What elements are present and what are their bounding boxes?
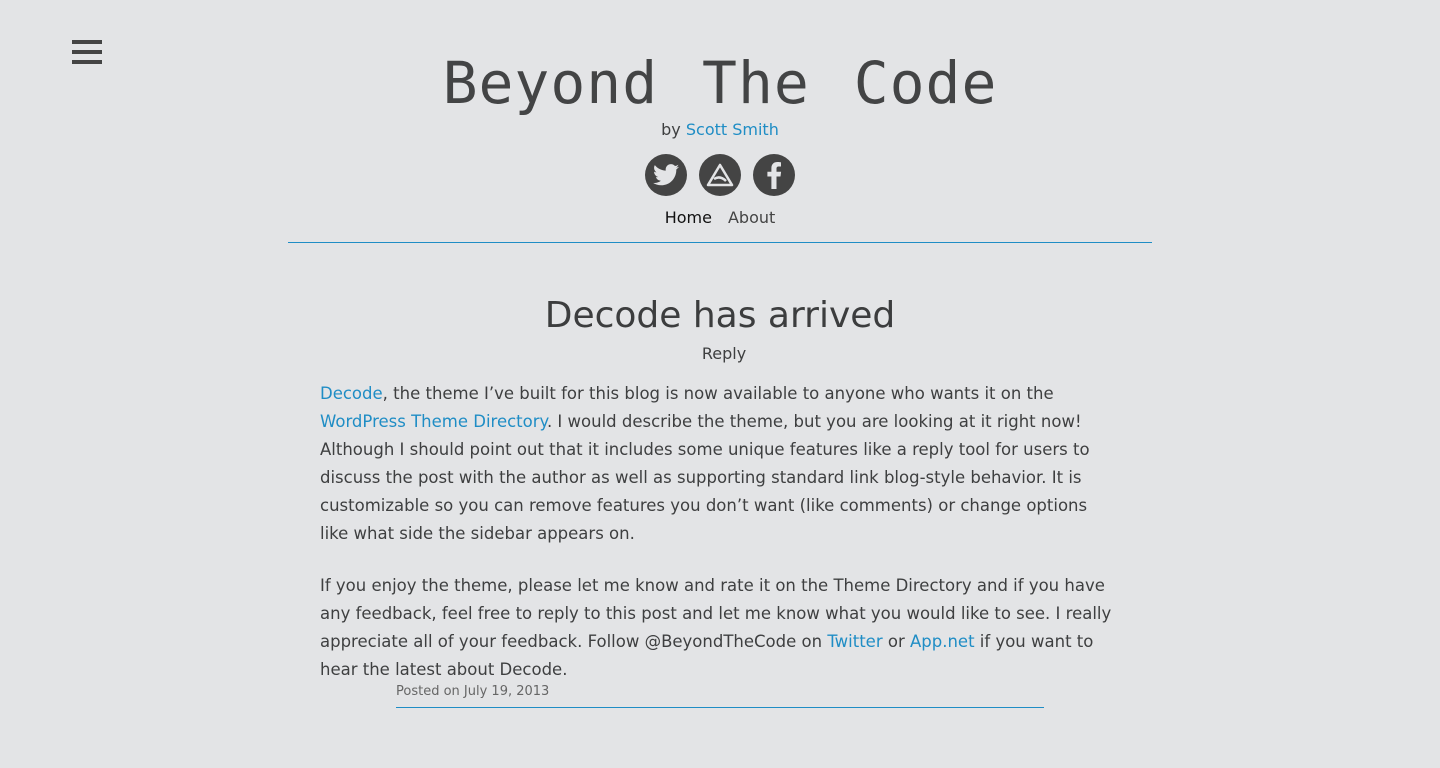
post-title[interactable]: Decode has arrived xyxy=(0,292,1440,340)
twitter-link[interactable]: Twitter xyxy=(827,632,882,651)
byline: by Scott Smith xyxy=(0,120,1440,139)
reply-link[interactable]: Reply xyxy=(702,344,746,363)
nav-about[interactable]: About xyxy=(728,208,775,227)
reply-area: Reply xyxy=(0,344,1440,363)
post-date[interactable]: July 19, 2013 xyxy=(464,684,549,699)
site-title[interactable]: Beyond The Code xyxy=(0,52,1440,114)
appnet-link[interactable]: App.net xyxy=(910,632,975,651)
post-meta: Posted on July 19, 2013 xyxy=(396,684,549,699)
main-nav: Home About xyxy=(0,208,1440,227)
post-paragraph-1: Decode, the theme I’ve built for this bl… xyxy=(320,380,1120,548)
nav-home[interactable]: Home xyxy=(665,208,712,227)
social-links xyxy=(0,154,1440,196)
twitter-icon[interactable] xyxy=(645,154,687,196)
author-link[interactable]: Scott Smith xyxy=(686,120,779,139)
facebook-icon[interactable] xyxy=(753,154,795,196)
appnet-icon[interactable] xyxy=(699,154,741,196)
byline-prefix: by xyxy=(661,120,681,139)
decode-link[interactable]: Decode xyxy=(320,384,383,403)
post-content: Decode, the theme I’ve built for this bl… xyxy=(320,380,1120,708)
theme-directory-link[interactable]: WordPress Theme Directory xyxy=(320,412,547,431)
post-paragraph-2: If you enjoy the theme, please let me kn… xyxy=(320,572,1120,684)
paragraph-text: or xyxy=(882,632,910,651)
paragraph-text: . I would describe the theme, but you ar… xyxy=(320,412,1090,543)
header-divider xyxy=(288,242,1152,243)
menu-bar xyxy=(72,40,102,44)
post-footer-divider xyxy=(396,707,1044,708)
posted-on-label: Posted on xyxy=(396,684,460,699)
paragraph-text: , the theme I’ve built for this blog is … xyxy=(382,384,1054,403)
